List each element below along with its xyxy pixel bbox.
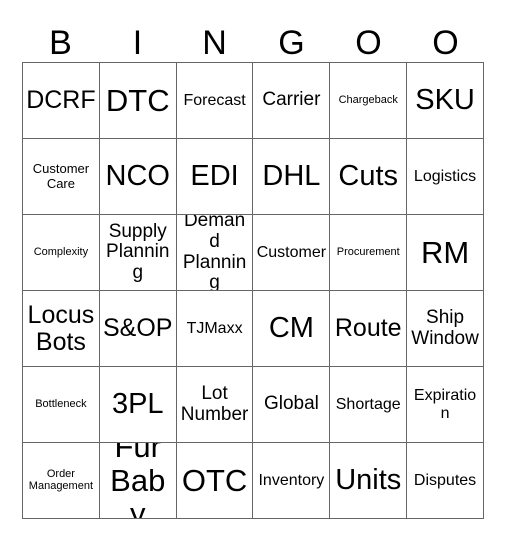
- bingo-row: Bottleneck 3PL Lot Number Global Shortage Exp…: [23, 367, 484, 443]
- bingo-cell-label: Shortage: [335, 395, 401, 413]
- bingo-cell-label: Lot Number: [180, 382, 249, 425]
- bingo-cell-3-2[interactable]: TJMaxx: [176, 291, 254, 367]
- bingo-cell-3-1[interactable]: S&OP: [99, 291, 177, 367]
- bingo-cell-label: Global: [263, 393, 319, 415]
- bingo-header-letter-5: O: [432, 24, 459, 62]
- bingo-cell-label: Logistics: [413, 167, 477, 185]
- bingo-cell-2-4[interactable]: Procurement: [330, 215, 408, 291]
- bingo-row: Complexity Supply Planning Demand Planning…: [23, 215, 484, 291]
- bingo-cell-1-5[interactable]: Logistics: [407, 139, 484, 215]
- bingo-cell-1-3[interactable]: DHL: [253, 139, 331, 215]
- bingo-cell-5-2[interactable]: OTC: [176, 443, 254, 519]
- bingo-cell-3-3[interactable]: CM: [253, 291, 331, 367]
- bingo-cell-label: S&OP: [103, 314, 173, 342]
- bingo-cell-label: Customer Care: [32, 161, 90, 191]
- bingo-cell-label: Locus Bots: [27, 300, 95, 356]
- bingo-cell-2-5[interactable]: RM: [407, 215, 484, 291]
- bingo-cell-0-3[interactable]: Carrier: [253, 63, 331, 139]
- bingo-row: DCRF DTC Forecast Carrier Chargeback SKU: [23, 63, 484, 139]
- bingo-cell-label: Procurement: [336, 245, 400, 258]
- bingo-cell-1-1[interactable]: NCO: [99, 139, 177, 215]
- bingo-cell-0-0[interactable]: DCRF: [23, 63, 100, 139]
- bingo-cell-1-2[interactable]: EDI: [176, 139, 254, 215]
- bingo-cell-0-1[interactable]: DTC: [99, 63, 177, 139]
- bingo-cell-label: Chargeback: [338, 93, 398, 106]
- bingo-cell-5-1[interactable]: Fur Baby: [99, 443, 177, 519]
- bingo-cell-2-2[interactable]: Demand Planning: [176, 215, 254, 291]
- bingo-cell-label: Supply Planning: [106, 220, 170, 283]
- bingo-cell-label: Carrier: [262, 89, 321, 111]
- bingo-cell-label: Fur Baby: [110, 443, 166, 519]
- bingo-cell-label: Forecast: [183, 91, 246, 109]
- bingo-cell-4-4[interactable]: Shortage: [330, 367, 408, 443]
- bingo-cell-1-4[interactable]: Cuts: [330, 139, 408, 215]
- bingo-cell-label: RM: [420, 234, 470, 270]
- bingo-cell-2-0[interactable]: Complexity: [23, 215, 100, 291]
- bingo-cell-5-3[interactable]: Inventory: [253, 443, 331, 519]
- bingo-cell-label: Route: [334, 314, 402, 342]
- bingo-cell-0-4[interactable]: Chargeback: [330, 63, 408, 139]
- bingo-card: B I N G O O DCRF DTC Forecast Carrier Chargeback S…: [22, 14, 484, 519]
- bingo-cell-label: DTC: [105, 82, 170, 118]
- bingo-cell-5-0[interactable]: Order Management: [23, 443, 100, 519]
- bingo-header-letter-2: N: [202, 24, 227, 62]
- bingo-grid: DCRF DTC Forecast Carrier Chargeback SKU Custo…: [22, 62, 484, 519]
- bingo-cell-label: Units: [335, 463, 402, 496]
- bingo-cell-5-4[interactable]: Units: [330, 443, 408, 519]
- bingo-cell-label: NCO: [105, 159, 170, 192]
- bingo-cell-2-1[interactable]: Supply Planning: [99, 215, 177, 291]
- bingo-cell-1-0[interactable]: Customer Care: [23, 139, 100, 215]
- bingo-cell-label: DCRF: [26, 86, 96, 114]
- bingo-header-letter-1: I: [132, 24, 143, 62]
- bingo-cell-label: EDI: [190, 159, 239, 192]
- bingo-cell-label: Demand Planning: [182, 215, 247, 291]
- bingo-cell-3-5[interactable]: Ship Window: [407, 291, 484, 367]
- bingo-cell-label: Cuts: [338, 159, 399, 192]
- bingo-row: Locus Bots S&OP TJMaxx CM Route Ship Window: [23, 291, 484, 367]
- bingo-cell-4-0[interactable]: Bottleneck: [23, 367, 100, 443]
- bingo-cell-0-2[interactable]: Forecast: [176, 63, 254, 139]
- bingo-header-letter-4: O: [355, 24, 382, 62]
- bingo-cell-label: Complexity: [33, 245, 89, 258]
- bingo-cell-4-3[interactable]: Global: [253, 367, 331, 443]
- bingo-header-row: BINGOO: [22, 14, 484, 62]
- bingo-cell-4-2[interactable]: Lot Number: [176, 367, 254, 443]
- bingo-cell-label: Inventory: [258, 471, 325, 489]
- bingo-cell-label: 3PL: [111, 387, 164, 420]
- bingo-cell-4-1[interactable]: 3PL: [99, 367, 177, 443]
- bingo-cell-label: Customer: [256, 243, 327, 261]
- bingo-cell-4-5[interactable]: Expiration: [407, 367, 484, 443]
- bingo-header-letter-3: G: [278, 24, 305, 62]
- bingo-cell-3-0[interactable]: Locus Bots: [23, 291, 100, 367]
- bingo-cell-label: Ship Window: [411, 306, 479, 349]
- bingo-cell-label: DHL: [262, 159, 321, 192]
- bingo-cell-0-5[interactable]: SKU: [407, 63, 484, 139]
- bingo-row: Customer Care NCO EDI DHL Cuts Logistics: [23, 139, 484, 215]
- bingo-cell-label: Order Management: [28, 467, 94, 492]
- bingo-cell-label: Expiration: [413, 387, 477, 422]
- bingo-cell-label: Disputes: [413, 471, 477, 489]
- bingo-cell-label: Bottleneck: [35, 397, 87, 410]
- bingo-cell-5-5[interactable]: Disputes: [407, 443, 484, 519]
- bingo-header-letter-0: B: [49, 24, 72, 62]
- bingo-cell-label: CM: [268, 311, 314, 344]
- bingo-cell-label: TJMaxx: [186, 319, 243, 337]
- bingo-row: Order Management Fur Baby OTC Inventory Unit…: [23, 443, 484, 519]
- bingo-cell-3-4[interactable]: Route: [330, 291, 408, 367]
- bingo-cell-label: SKU: [415, 83, 475, 116]
- bingo-cell-label: OTC: [181, 462, 248, 498]
- bingo-cell-2-3[interactable]: Customer: [253, 215, 331, 291]
